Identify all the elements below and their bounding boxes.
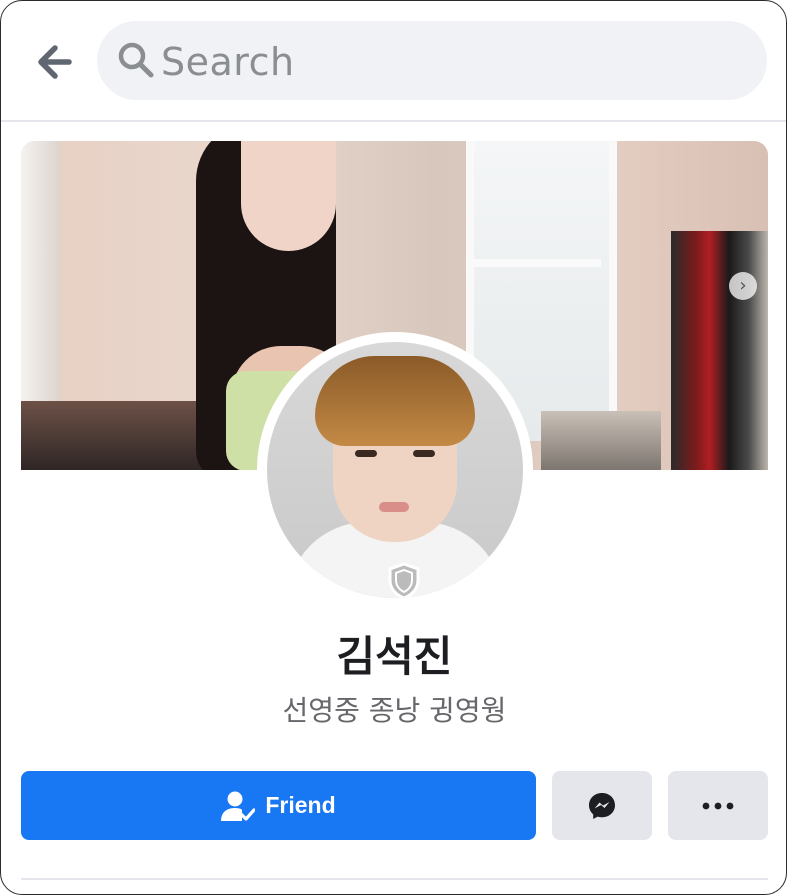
cover-photo-clothes-rack xyxy=(671,231,768,470)
avatar-lips xyxy=(379,502,409,512)
profile-picture-ring xyxy=(257,332,533,608)
arrow-left-icon xyxy=(38,45,72,79)
avatar-hair xyxy=(315,356,475,446)
search-icon xyxy=(118,42,154,78)
more-dots-icon xyxy=(702,802,734,809)
search-placeholder: Search xyxy=(161,40,295,84)
friend-button[interactable]: Friend xyxy=(21,771,536,840)
header-divider xyxy=(1,120,786,122)
search-bar[interactable]: Search xyxy=(97,21,767,100)
chevron-right-icon[interactable]: › xyxy=(729,272,757,300)
profile-screen: Search › 김석진 선영중 종낭 귕영웡 Friend xyxy=(0,0,787,895)
profile-subtitle: 선영중 종낭 귕영웡 xyxy=(282,694,507,727)
cover-photo-person-face xyxy=(241,141,336,251)
message-button[interactable] xyxy=(552,771,652,840)
cover-photo-window-bar xyxy=(466,259,601,267)
section-divider xyxy=(21,878,768,880)
profile-name: 김석진 xyxy=(336,632,453,681)
friend-button-label: Friend xyxy=(265,792,336,818)
profile-picture[interactable] xyxy=(267,342,523,598)
back-button[interactable] xyxy=(33,39,85,85)
person-check-icon xyxy=(221,791,256,821)
avatar-eye-left xyxy=(355,450,377,457)
avatar-eye-right xyxy=(413,450,435,457)
messenger-icon xyxy=(589,792,615,819)
shield-icon xyxy=(388,562,420,598)
cover-photo-boxes xyxy=(541,411,661,470)
more-options-button[interactable] xyxy=(668,771,768,840)
cover-photo-table xyxy=(21,401,221,470)
